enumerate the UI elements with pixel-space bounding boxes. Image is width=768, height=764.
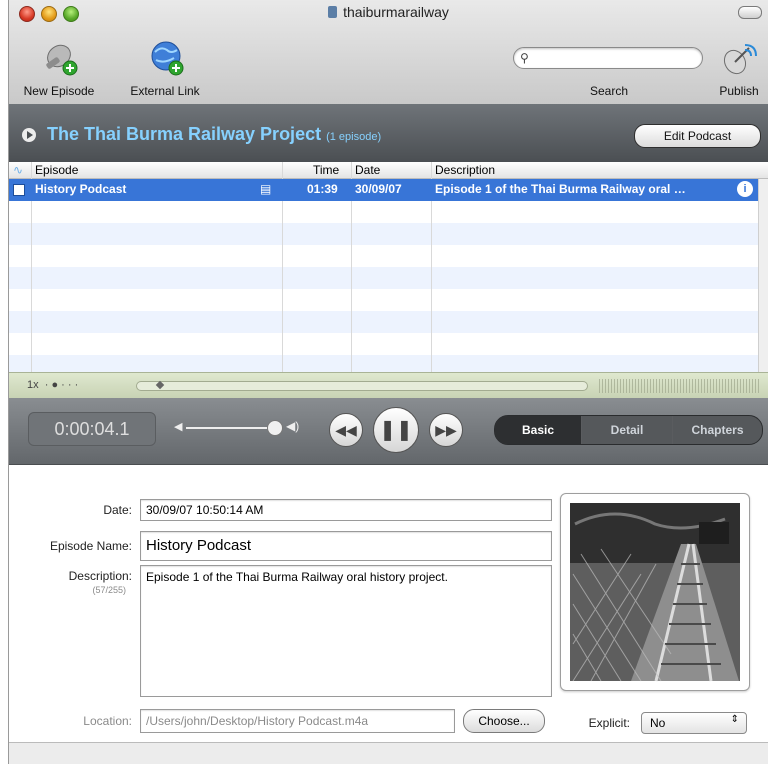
railway-photo-image <box>570 503 740 682</box>
disclosure-triangle-icon[interactable] <box>22 128 36 142</box>
tab-basic[interactable]: Basic <box>495 416 581 444</box>
pause-icon: ❚❚ <box>379 419 413 441</box>
episode-name-label: Episode Name: <box>49 539 132 553</box>
explicit-value: No <box>650 716 666 730</box>
external-link-label: External Link <box>130 84 200 98</box>
window-title-text: thaiburmarailway <box>343 4 449 20</box>
tab-chapters[interactable]: Chapters <box>673 416 762 444</box>
app-window: thaiburmarailway New Episode External Li… <box>8 0 768 764</box>
date-field[interactable]: 30/09/07 10:50:14 AM <box>140 499 552 521</box>
podcast-title: The Thai Burma Railway Project (1 episod… <box>47 124 381 145</box>
location-field: /Users/john/Desktop/History Podcast.m4a <box>140 709 455 733</box>
vertical-scrollbar[interactable] <box>758 179 768 372</box>
time-display: 0:00:04.1 <box>28 412 156 446</box>
empty-row <box>9 223 758 245</box>
empty-row <box>9 311 758 333</box>
description-label: Description: <box>68 569 132 583</box>
empty-row <box>9 201 758 223</box>
info-icon[interactable]: i <box>737 181 753 197</box>
rewind-icon: ◀◀ <box>335 422 357 438</box>
table-row[interactable]: History Podcast ▤ 01:39 30/09/07 Episode… <box>9 179 758 201</box>
episode-artwork[interactable] <box>560 493 750 691</box>
podcast-title-text: The Thai Burma Railway Project <box>47 124 322 144</box>
location-label: Location: <box>83 714 132 728</box>
toolbar-toggle-button[interactable] <box>738 6 762 19</box>
bottom-bar <box>9 742 768 764</box>
feed-icon: ∿ <box>13 163 24 177</box>
cell-date: 30/09/07 <box>355 182 402 196</box>
fast-forward-button[interactable]: ▶▶ <box>429 413 463 447</box>
episode-table: ∿ Episode Time Date Description History … <box>9 162 768 372</box>
waveform <box>599 379 759 393</box>
volume-knob[interactable] <box>267 420 283 436</box>
empty-row <box>9 267 758 289</box>
table-header: ∿ Episode Time Date Description <box>9 162 768 179</box>
choose-button[interactable]: Choose... <box>463 709 545 733</box>
new-episode-label: New Episode <box>23 84 95 98</box>
description-char-count: (57/255) <box>92 585 126 595</box>
rewind-button[interactable]: ◀◀ <box>329 413 363 447</box>
empty-row <box>9 355 758 372</box>
publish-label: Publish <box>719 84 759 98</box>
search-icon: ⚲ <box>520 51 529 65</box>
date-label: Date: <box>103 503 132 517</box>
player-controls: 0:00:04.1 ◀ ◀) ◀◀ ❚❚ ▶▶ Basic Detail Cha… <box>9 398 768 465</box>
fast-forward-icon: ▶▶ <box>435 422 457 438</box>
scrubber-strip: 1x · ● · · · <box>9 372 768 400</box>
empty-row <box>9 333 758 355</box>
cell-time: 01:39 <box>307 182 338 196</box>
playback-speed[interactable]: 1x · ● · · · <box>27 379 78 391</box>
header-description[interactable]: Description <box>435 163 495 177</box>
row-checkbox[interactable] <box>13 184 25 196</box>
volume-low-icon: ◀ <box>174 421 183 433</box>
edit-podcast-button[interactable]: Edit Podcast <box>634 124 761 148</box>
header-time[interactable]: Time <box>313 163 339 177</box>
explicit-select[interactable]: No ⇕ <box>641 712 747 734</box>
scrubber-track[interactable] <box>136 381 588 391</box>
chapter-book-icon: ▤ <box>260 182 272 196</box>
volume-slider[interactable] <box>186 427 276 429</box>
search-label: Search <box>589 84 629 98</box>
globe-add-icon <box>151 41 184 76</box>
episode-name-field[interactable]: History Podcast <box>140 531 552 561</box>
updown-arrows-icon: ⇕ <box>730 714 739 725</box>
empty-row <box>9 289 758 311</box>
volume-high-icon: ◀) <box>286 419 300 433</box>
episode-count: (1 episode) <box>326 131 382 143</box>
toolbar: thaiburmarailway New Episode External Li… <box>9 0 768 105</box>
episode-details: Date: 30/09/07 10:50:14 AM Episode Name:… <box>9 465 768 740</box>
explicit-label: Explicit: <box>588 716 630 730</box>
speed-value: 1x <box>27 379 39 391</box>
cell-episode: History Podcast <box>35 182 127 196</box>
empty-row <box>9 245 758 267</box>
podcast-header: The Thai Burma Railway Project (1 episod… <box>9 104 768 162</box>
view-segmented-control: Basic Detail Chapters <box>494 415 763 445</box>
tab-detail[interactable]: Detail <box>582 416 672 444</box>
satellite-dish-icon <box>723 44 757 75</box>
pause-button[interactable]: ❚❚ <box>373 407 419 453</box>
cell-description: Episode 1 of the Thai Burma Railway oral… <box>435 182 686 196</box>
search-input[interactable] <box>536 50 700 68</box>
header-episode[interactable]: Episode <box>35 163 78 177</box>
microphone-add-icon <box>46 44 78 76</box>
search-field[interactable]: ⚲ <box>513 47 703 69</box>
document-icon <box>328 6 338 18</box>
description-field[interactable]: Episode 1 of the Thai Burma Railway oral… <box>140 565 552 697</box>
header-date[interactable]: Date <box>355 163 380 177</box>
window-title: thaiburmarailway <box>9 4 768 20</box>
